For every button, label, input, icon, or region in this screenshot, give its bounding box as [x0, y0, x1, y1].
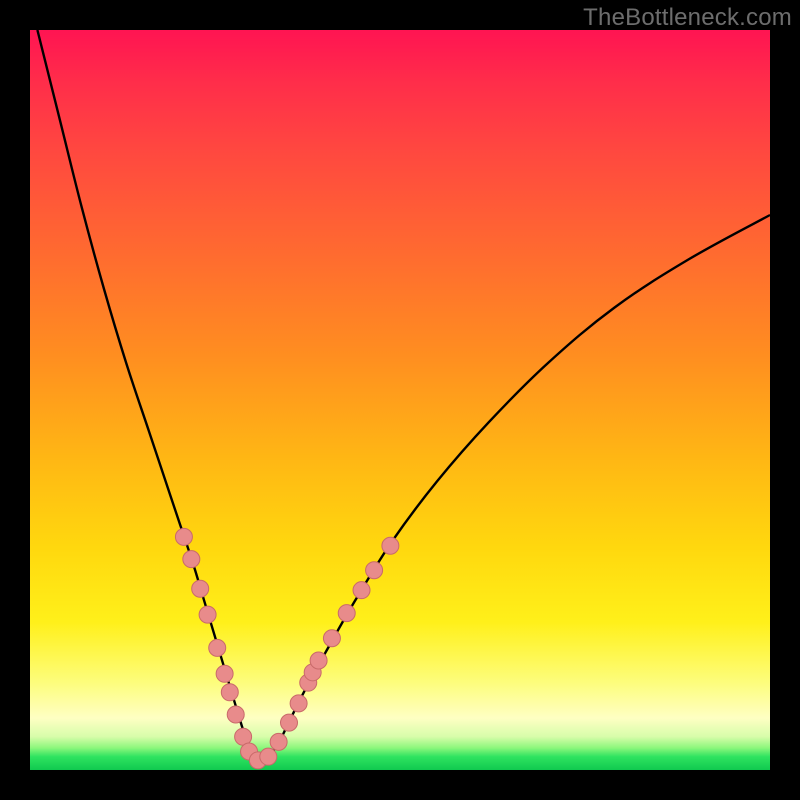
- curve-marker: [209, 639, 226, 656]
- curve-marker: [216, 665, 233, 682]
- curve-markers: [175, 528, 398, 768]
- curve-marker: [338, 605, 355, 622]
- curve-marker: [281, 714, 298, 731]
- curve-marker: [175, 528, 192, 545]
- curve-marker: [199, 606, 216, 623]
- curve-marker: [221, 684, 238, 701]
- curve-marker: [260, 748, 277, 765]
- curve-marker: [183, 551, 200, 568]
- curve-marker: [192, 580, 209, 597]
- curve-marker: [227, 706, 244, 723]
- curve-marker: [270, 733, 287, 750]
- chart-frame: [30, 30, 770, 770]
- bottleneck-curve-line: [37, 30, 770, 761]
- curve-marker: [290, 695, 307, 712]
- bottleneck-chart: [30, 30, 770, 770]
- watermark-text: TheBottleneck.com: [583, 4, 792, 32]
- curve-marker: [310, 652, 327, 669]
- curve-marker: [353, 582, 370, 599]
- curve-marker: [382, 537, 399, 554]
- curve-marker: [323, 630, 340, 647]
- curve-marker: [366, 562, 383, 579]
